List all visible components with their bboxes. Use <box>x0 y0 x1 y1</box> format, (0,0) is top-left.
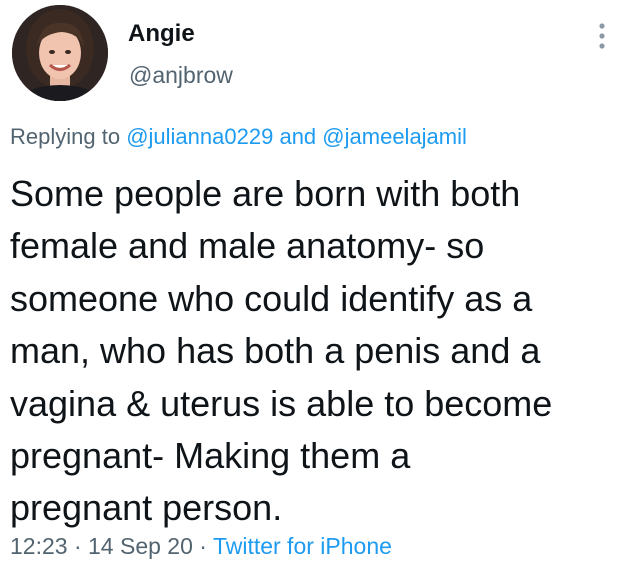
replying-to: Replying to @julianna0229 and @jameelaja… <box>10 124 467 150</box>
tweet-text-line: female and male anatomy- so <box>10 225 485 267</box>
mention-link-jameelajamil[interactable]: @jameelajamil <box>322 124 467 149</box>
display-name[interactable]: Angie <box>128 20 195 48</box>
tweet-text-line: vagina & uterus is able to become <box>10 382 553 424</box>
replying-to-and: and <box>279 124 317 149</box>
tweet-text-line: pregnant- Making them a <box>10 435 411 477</box>
tweet-date[interactable]: 14 Sep 20 <box>88 533 193 559</box>
user-handle[interactable]: @anjbrow <box>129 62 233 89</box>
tweet-text-line: Some people are born with both <box>10 173 521 214</box>
meta-separator: · <box>199 533 207 559</box>
tweet-meta: 12:23 · 14 Sep 20 · Twitter for iPhone <box>10 533 392 560</box>
tweet-text-line: pregnant person. <box>10 487 283 529</box>
tweet-time[interactable]: 12:23 <box>10 533 68 559</box>
avatar-image <box>12 5 108 101</box>
tweet-text: Some people are born with both female an… <box>10 168 630 535</box>
tweet: Angie @anjbrow Replying to @julianna0229… <box>0 0 640 586</box>
more-options-button[interactable] <box>588 20 616 52</box>
more-vertical-icon <box>599 23 605 49</box>
meta-separator: · <box>73 533 82 559</box>
tweet-text-line: someone who could identify as a <box>10 277 533 319</box>
replying-to-label: Replying to <box>10 124 121 149</box>
avatar[interactable] <box>12 5 108 101</box>
tweet-text-line: man, who has both a penis and a <box>10 330 541 372</box>
source-link[interactable]: Twitter for iPhone <box>213 533 392 559</box>
mention-link-julianna0229[interactable]: @julianna0229 <box>126 124 273 149</box>
